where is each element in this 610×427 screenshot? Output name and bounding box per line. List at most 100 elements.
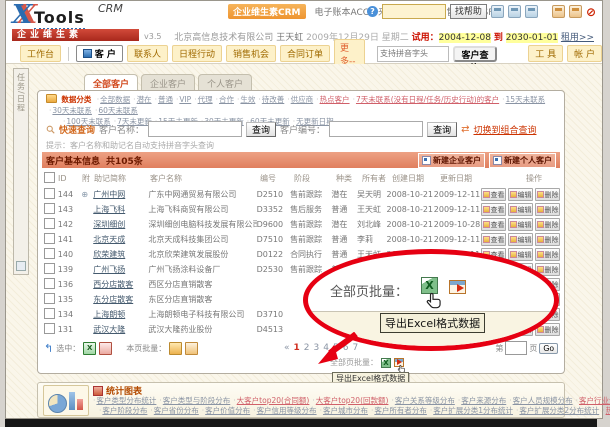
row-action-button[interactable]: 编辑 — [508, 233, 533, 246]
settings-icon[interactable] — [569, 5, 582, 18]
filter-link[interactable]: 待改善 — [262, 95, 285, 104]
filter-link[interactable]: 全部数据 — [100, 95, 130, 104]
customer-no-input[interactable] — [329, 121, 423, 137]
row-action-button[interactable]: 删除 — [535, 188, 560, 201]
pagination-prev[interactable]: « — [284, 343, 290, 353]
find-help-button[interactable]: 找帮助 — [450, 4, 487, 19]
return-icon[interactable]: ↰ — [44, 344, 53, 354]
filter-link[interactable]: 客户人员规模分布 — [513, 396, 573, 405]
filter-link[interactable]: 客户关系等级分布 — [395, 396, 455, 405]
logout-icon[interactable]: ⊘ — [586, 6, 596, 18]
filter-link[interactable]: 客户省份分布 — [154, 406, 199, 415]
nav-tab[interactable]: 客 户 — [76, 45, 123, 62]
filter-link[interactable]: 合作 — [219, 95, 234, 104]
product-menu-item[interactable]: 企业维生素CRM — [228, 4, 306, 19]
help-search-input[interactable] — [382, 4, 446, 19]
row-action-button[interactable]: 查看 — [481, 188, 506, 201]
new-person-customer-button[interactable]: 新建个人客户 — [489, 153, 556, 168]
query-no-button[interactable]: 查询 — [427, 122, 457, 137]
filter-link[interactable]: 客户所有者分布 — [374, 406, 427, 415]
filter-link[interactable]: 客户价值分布 — [205, 406, 250, 415]
row-checkbox[interactable] — [44, 308, 55, 319]
select-all-checkbox[interactable] — [44, 172, 55, 183]
filter-link[interactable]: 15天未联系 — [506, 95, 546, 104]
export-excel-icon[interactable]: X — [381, 358, 391, 368]
filter-link[interactable]: 生效 — [240, 95, 255, 104]
row-checkbox[interactable] — [44, 263, 55, 274]
row-checkbox[interactable] — [44, 323, 55, 334]
callout-export-file-icon[interactable] — [449, 280, 466, 294]
delete-selected-icon[interactable] — [99, 342, 112, 355]
nav-tab[interactable]: 日程行动 — [172, 45, 222, 62]
customer-alias-link[interactable]: 东分店散客 — [93, 294, 148, 305]
row-action-button[interactable]: 删除 — [535, 203, 560, 216]
switch-to-combo-query-link[interactable]: 切换到组合查询 — [473, 123, 536, 136]
filter-link[interactable]: 客户阶段分布 — [102, 406, 147, 415]
row-checkbox[interactable] — [44, 233, 55, 244]
row-action-button[interactable]: 查看 — [481, 203, 506, 216]
collapse-icon[interactable] — [16, 261, 26, 271]
filter-link[interactable]: 大客户top20(合同额) — [237, 396, 310, 405]
filter-link[interactable]: 潜在 — [137, 95, 152, 104]
filter-link[interactable]: 客户信用等级分布 — [257, 406, 317, 415]
row-action-button[interactable]: 编辑 — [508, 203, 533, 216]
row-action-button[interactable]: 删除 — [535, 248, 560, 261]
nav-tab[interactable]: 合同订单 — [280, 45, 330, 62]
query-name-button[interactable]: 查询 — [246, 122, 276, 137]
row-action-button[interactable]: 编辑 — [508, 248, 533, 261]
customer-alias-link[interactable]: 上海飞科 — [93, 204, 148, 215]
filter-link[interactable]: 客户城市分布 — [323, 406, 368, 415]
row-checkbox[interactable] — [44, 278, 55, 289]
filter-link[interactable]: 热点 — [606, 406, 610, 415]
row-action-button[interactable]: 删除 — [535, 218, 560, 231]
new-company-customer-button[interactable]: 新建企业客户 — [418, 153, 485, 168]
filter-link[interactable]: 客户来源分布 — [461, 396, 506, 405]
row-checkbox[interactable] — [44, 203, 55, 214]
page-batch-edit-icon[interactable] — [185, 342, 198, 355]
filter-link[interactable]: 大客户top20(回款额) — [316, 396, 389, 405]
customer-name-input[interactable] — [148, 121, 242, 137]
contacts-icon[interactable] — [508, 5, 521, 18]
row-action-button[interactable]: 编辑 — [508, 218, 533, 231]
product-menu-item[interactable]: 电子账本ACC — [315, 5, 370, 18]
row-checkbox[interactable] — [44, 188, 55, 199]
filter-link[interactable]: 客户扩展分类2分布统计 — [519, 406, 599, 415]
row-checkbox[interactable] — [44, 248, 55, 259]
filter-link[interactable]: VIP — [179, 95, 191, 104]
customer-alias-link[interactable]: 上海朗顿 — [93, 309, 148, 320]
nav-tools[interactable]: 工 具 — [528, 45, 563, 62]
customer-alias-link[interactable]: 西分店散客 — [93, 279, 148, 290]
filter-link[interactable]: 客户扩展分类1分布统计 — [433, 406, 513, 415]
filter-link[interactable]: 供应商 — [291, 95, 314, 104]
filter-link[interactable]: 客户类型分布统计 — [96, 396, 156, 405]
row-checkbox[interactable] — [44, 293, 55, 304]
mail-icon[interactable] — [552, 5, 565, 18]
customer-alias-link[interactable]: 欣荣建筑 — [93, 249, 148, 260]
pagination-page[interactable]: 1 — [294, 343, 300, 353]
row-action-button[interactable]: 编辑 — [508, 188, 533, 201]
customer-alias-link[interactable]: 武汉大隆 — [93, 324, 148, 335]
help-circle-icon[interactable]: ? — [367, 6, 378, 17]
customer-query-button[interactable]: 客户查询 — [453, 46, 497, 62]
task-schedule-side-panel[interactable]: 任务/日程 — [13, 68, 29, 275]
filter-link[interactable]: 客户类型与阶段分布 — [163, 396, 231, 405]
message-icon[interactable] — [491, 5, 504, 18]
customer-alias-link[interactable]: 广州飞扬 — [93, 264, 148, 275]
export-selected-icon[interactable]: X — [83, 342, 96, 355]
filter-link[interactable]: 客户行业分布 — [579, 396, 610, 405]
filter-link[interactable]: 30天未联系 — [52, 106, 92, 115]
row-action-button[interactable]: 删除 — [535, 233, 560, 246]
nav-tab[interactable]: 销售机会 — [226, 45, 276, 62]
customer-alias-link[interactable]: 深圳细创 — [93, 219, 148, 230]
nav-workbench[interactable]: 工作台 — [20, 45, 61, 62]
filter-link[interactable]: 普通 — [158, 95, 173, 104]
filter-link[interactable]: 7天未联系(没有日程/任务/历史行动)的客户 — [356, 95, 499, 104]
row-action-button[interactable]: 查看 — [481, 233, 506, 246]
nav-tab[interactable]: 联系人 — [127, 45, 168, 62]
page-batch-export-icon[interactable] — [169, 342, 182, 355]
filter-link[interactable]: 60天未联系 — [98, 106, 138, 115]
rent-link[interactable]: 租用>> — [561, 33, 594, 43]
nav-account[interactable]: 帐 户 — [567, 45, 602, 62]
filter-link[interactable]: 代理 — [198, 95, 213, 104]
nav-search-input[interactable] — [377, 46, 449, 62]
